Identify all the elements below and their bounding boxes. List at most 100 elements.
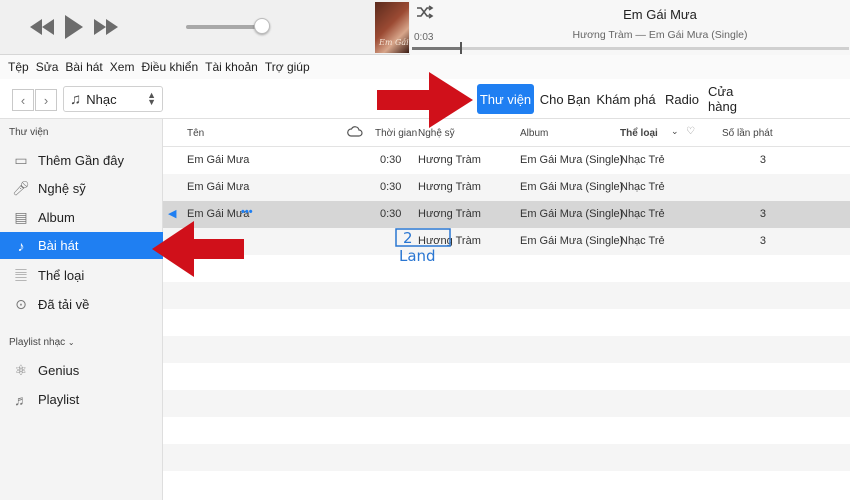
playlists-heading[interactable]: Playlist nhạc ⌄	[9, 337, 75, 348]
tab-for-you[interactable]: Cho Bạn	[537, 84, 593, 114]
progress-handle[interactable]	[460, 42, 463, 54]
cell-album: Em Gái Mưa (Single)	[520, 181, 624, 193]
cell-artist: Hương Tràm	[418, 154, 481, 166]
menu-item[interactable]: Sửa	[36, 60, 59, 74]
column-header-genre[interactable]: Thể loại	[620, 128, 658, 139]
cell-plays: 3	[759, 154, 766, 166]
sort-chevron-icon[interactable]: ⌄	[671, 126, 679, 137]
volume-slider-knob[interactable]	[254, 18, 270, 34]
menu-item[interactable]: Điều khiển	[141, 60, 198, 74]
watermark-text-bottom: Land	[399, 247, 436, 264]
table-row[interactable]: Em Gái Mưa 0:30 Hương Tràm Em Gái Mưa (Sing…	[163, 174, 850, 201]
empty-row	[163, 417, 850, 444]
annotation-arrow-library-tab	[377, 72, 473, 128]
tab-label: Cửa hàng	[708, 84, 737, 114]
icloud-status-icon[interactable]	[347, 125, 363, 140]
cell-plays: 3	[759, 235, 766, 247]
cell-genre: Nhạc Trẻ	[620, 208, 665, 220]
previous-button[interactable]	[28, 11, 56, 43]
more-options-button[interactable]: •••	[241, 206, 253, 218]
sidebar-item-label: Album	[38, 210, 75, 225]
genius-icon: ⚛	[14, 362, 28, 378]
tab-label: Cho Bạn	[539, 91, 591, 107]
tab-radio[interactable]: Radio	[662, 84, 702, 114]
genres-icon: 𝄚	[15, 267, 27, 283]
column-header-plays[interactable]: Số lần phát	[722, 128, 773, 139]
media-kind-value: Nhạc	[86, 91, 117, 107]
table-row[interactable]: Hương Tràm Em Gái Mưa (Single) Nhạc Trẻ 3	[163, 228, 850, 255]
sidebar-item-artists[interactable]: 🎤︎ Nghệ sỹ	[0, 175, 163, 202]
cell-album: Em Gái Mưa (Single)	[520, 154, 624, 166]
shuffle-icon	[417, 5, 434, 19]
sidebar-item-songs[interactable]: ♪ Bài hát	[0, 232, 163, 259]
column-header-album[interactable]: Album	[520, 128, 548, 139]
album-artwork[interactable]: Em Gái	[375, 2, 409, 53]
cell-album: Em Gái Mưa (Single)	[520, 235, 624, 247]
sidebar-item-label: Genius	[38, 363, 80, 378]
chevron-left-icon: ‹	[20, 92, 26, 108]
sidebar-item-genius[interactable]: ⚛ Genius	[0, 357, 163, 384]
annotation-arrow-songs-item	[152, 221, 244, 277]
sidebar-item-playlist[interactable]: ♬ Playlist	[0, 386, 163, 413]
library-heading: Thư viện	[9, 127, 49, 138]
now-playing-speaker-icon: ◀	[168, 208, 177, 220]
empty-row	[163, 255, 850, 282]
recently-added-icon: ▭	[14, 152, 28, 168]
next-button[interactable]	[92, 11, 120, 43]
elapsed-time: 0:03	[414, 32, 434, 43]
cell-time: 0:30	[380, 181, 402, 193]
chevron-right-icon: ›	[43, 92, 49, 108]
music-note-icon: ♫	[70, 90, 82, 108]
table-header: Tên Thời gian Nghệ sỹ Album Thể loại ⌄ ♡…	[163, 119, 850, 147]
empty-row	[163, 336, 850, 363]
cell-artist: Hương Tràm	[418, 181, 481, 193]
column-header-artist[interactable]: Nghệ sỹ	[418, 128, 455, 139]
menu-item[interactable]: Trợ giúp	[265, 60, 310, 74]
volume-slider-track[interactable]	[186, 25, 262, 29]
play-button[interactable]	[62, 11, 86, 43]
table-row[interactable]: Em Gái Mưa 0:30 Hương Tràm Em Gái Mưa (Sing…	[163, 147, 850, 174]
empty-row	[163, 471, 850, 498]
sidebar-item-label: Đã tải về	[38, 297, 90, 312]
sidebar-item-recently-added[interactable]: ▭ Thêm Gần đây	[0, 147, 163, 174]
sidebar-item-albums[interactable]: ▤ Album	[0, 204, 163, 231]
cell-name: Em Gái Mưa	[187, 154, 250, 166]
forward-button[interactable]: ›	[35, 89, 57, 111]
column-header-name[interactable]: Tên	[187, 128, 204, 139]
watermark-logo: 2 Land	[395, 228, 453, 265]
sidebar-item-downloaded[interactable]: ⊙ Đã tải về	[0, 291, 163, 318]
cell-genre: Nhạc Trẻ	[620, 154, 665, 166]
menu-item[interactable]: Tệp	[8, 60, 29, 74]
empty-row	[163, 444, 850, 471]
heart-icon[interactable]: ♡	[686, 126, 695, 137]
empty-row	[163, 363, 850, 390]
tab-browse[interactable]: Khám phá	[596, 84, 656, 114]
tab-library[interactable]: Thư viện	[477, 84, 534, 114]
fast-forward-icon	[94, 19, 118, 35]
tab-store[interactable]: Cửa hàng	[708, 84, 764, 114]
empty-row	[163, 282, 850, 309]
play-icon	[65, 15, 83, 39]
tab-label: Thư viện	[479, 91, 532, 107]
media-kind-select[interactable]: ♫ Nhạc ▲ ▼	[63, 86, 163, 112]
column-header-time[interactable]: Thời gian	[375, 128, 417, 139]
table-row[interactable]: Em Gái Mưa 0:30 Hương Tràm Em Gái Mưa (Sing…	[163, 201, 850, 228]
itunes-window: Em Gái 0:03 Em Gái Mưa Hương Tràm — Em G…	[0, 0, 850, 500]
playback-progress-bar[interactable]	[412, 42, 849, 54]
tab-label: Khám phá	[596, 91, 656, 107]
cell-genre: Nhạc Trẻ	[620, 235, 665, 247]
menu-item[interactable]: Tài khoản	[205, 60, 258, 74]
menu-item[interactable]: Bài hát	[65, 60, 102, 74]
songs-icon: ♪	[17, 237, 25, 254]
shuffle-button[interactable]	[416, 5, 434, 19]
cell-genre: Nhạc Trẻ	[620, 181, 665, 193]
cell-artist: Hương Tràm	[418, 208, 481, 220]
back-button[interactable]: ‹	[12, 89, 34, 111]
sidebar-item-label: Playlist	[38, 392, 80, 407]
album-art-lettering: Em Gái	[379, 38, 409, 47]
sidebar: Thư viện ▭ Thêm Gần đây 🎤︎ Nghệ sỹ ▤ Alb…	[0, 119, 163, 500]
cell-album: Em Gái Mưa (Single)	[520, 208, 624, 220]
menu-item[interactable]: Xem	[110, 60, 135, 74]
sidebar-item-genres[interactable]: 𝄚 Thể loại	[0, 262, 163, 289]
progress-fill	[412, 47, 461, 50]
